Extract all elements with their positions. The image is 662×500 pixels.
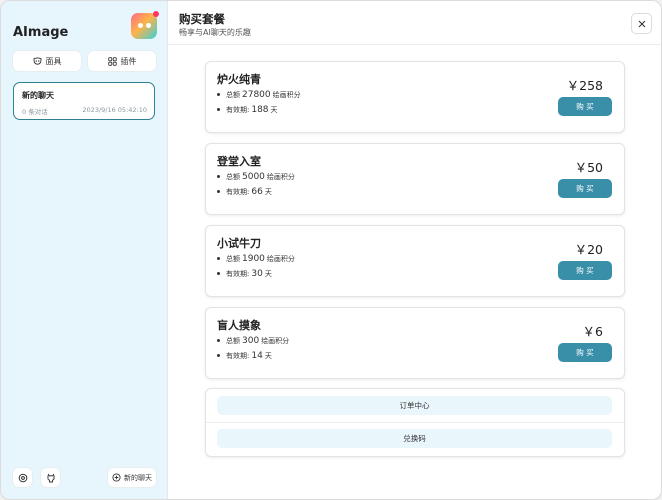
close-button[interactable] <box>631 13 652 34</box>
validity-days: 14 <box>251 351 263 361</box>
plan-credits: 总额 300 绘画积分 <box>217 336 289 346</box>
github-button[interactable] <box>41 468 60 487</box>
mask-icon <box>32 56 42 66</box>
page-subtitle: 畅享与AI聊天的乐趣 <box>179 28 251 37</box>
mask-button-label: 面具 <box>45 56 62 66</box>
plan-price: ￥20 <box>574 242 603 257</box>
credit-unit: 绘画积分 <box>261 337 290 345</box>
settings-button[interactable] <box>13 468 32 487</box>
plugin-button-label: 插件 <box>120 56 137 66</box>
links-card: 订单中心 兑换码 <box>205 388 625 457</box>
plan-validity: 有效期: 188 天 <box>217 105 278 115</box>
buy-button[interactable]: 购 买 <box>558 343 612 362</box>
app-window: AImage 面具 插件 新的聊天 0 条对话 2023/9/16 05:42:… <box>0 0 662 500</box>
credit-amount: 27800 <box>242 90 271 100</box>
main-panel: 购买套餐 畅享与AI聊天的乐趣 炉火纯青 总额 27800 绘画积分 有效期: … <box>168 1 661 499</box>
order-center-button[interactable]: 订单中心 <box>217 396 612 415</box>
credit-prefix: 总额 <box>226 255 240 263</box>
plan-price: ￥50 <box>574 160 603 175</box>
plan-validity: 有效期: 14 天 <box>217 351 272 361</box>
plan-card: 小试牛刀 总额 1900 绘画积分 有效期: 30 天 ￥20 购 买 <box>205 225 625 297</box>
validity-label: 有效期: <box>226 352 250 360</box>
chat-message-count: 0 条对话 <box>22 108 48 116</box>
plan-credits: 总额 27800 绘画积分 <box>217 90 301 100</box>
plan-name: 登堂入室 <box>217 155 261 168</box>
buy-button[interactable]: 购 买 <box>558 179 612 198</box>
new-chat-label: 新的聊天 <box>124 473 152 482</box>
validity-unit: 天 <box>270 106 278 114</box>
plan-credits: 总额 1900 绘画积分 <box>217 254 295 264</box>
credit-unit: 绘画积分 <box>272 91 301 99</box>
sidebar: AImage 面具 插件 新的聊天 0 条对话 2023/9/16 05:42:… <box>1 1 168 499</box>
credit-amount: 300 <box>242 336 260 346</box>
validity-unit: 天 <box>264 352 272 360</box>
plugin-button[interactable]: 插件 <box>88 51 156 71</box>
chat-list-item[interactable]: 新的聊天 0 条对话 2023/9/16 05:42:10 <box>13 82 155 120</box>
plan-validity: 有效期: 66 天 <box>217 187 272 197</box>
credit-amount: 1900 <box>242 254 265 264</box>
validity-label: 有效期: <box>226 188 250 196</box>
credit-prefix: 总额 <box>226 173 240 181</box>
credit-amount: 5000 <box>242 172 265 182</box>
validity-label: 有效期: <box>226 106 250 114</box>
plan-price: ￥258 <box>566 78 603 93</box>
credit-prefix: 总额 <box>226 91 240 99</box>
chat-title: 新的聊天 <box>22 91 54 100</box>
credit-prefix: 总额 <box>226 337 240 345</box>
plan-name: 小试牛刀 <box>217 237 261 250</box>
credit-unit: 绘画积分 <box>266 255 295 263</box>
close-icon <box>638 20 646 28</box>
credit-unit: 绘画积分 <box>266 173 295 181</box>
plan-name: 盲人摸象 <box>217 319 261 332</box>
page-header: 购买套餐 畅享与AI聊天的乐趣 <box>168 1 661 45</box>
buy-button[interactable]: 购 买 <box>558 261 612 280</box>
page-title: 购买套餐 <box>179 12 225 26</box>
plan-card: 盲人摸象 总额 300 绘画积分 有效期: 14 天 ￥6 购 买 <box>205 307 625 379</box>
plugin-icon <box>107 56 117 66</box>
app-title: AImage <box>13 25 69 40</box>
add-circle-icon <box>112 473 121 482</box>
validity-days: 66 <box>251 187 263 197</box>
chat-date: 2023/9/16 05:42:10 <box>82 106 147 114</box>
redeem-code-button[interactable]: 兑换码 <box>217 429 612 448</box>
validity-unit: 天 <box>264 188 272 196</box>
plan-credits: 总额 5000 绘画积分 <box>217 172 295 182</box>
plan-card: 登堂入室 总额 5000 绘画积分 有效期: 66 天 ￥50 购 买 <box>205 143 625 215</box>
mask-button[interactable]: 面具 <box>13 51 81 71</box>
github-icon <box>46 473 56 483</box>
settings-icon <box>18 473 28 483</box>
new-chat-button[interactable]: 新的聊天 <box>108 468 156 487</box>
divider <box>206 422 624 423</box>
buy-button[interactable]: 购 买 <box>558 97 612 116</box>
plan-price: ￥6 <box>582 324 603 339</box>
plan-name: 炉火纯青 <box>217 73 261 86</box>
plan-card: 炉火纯青 总额 27800 绘画积分 有效期: 188 天 ￥258 购 买 <box>205 61 625 133</box>
validity-unit: 天 <box>264 270 272 278</box>
validity-label: 有效期: <box>226 270 250 278</box>
app-logo-icon <box>131 11 159 39</box>
validity-days: 188 <box>251 105 269 115</box>
validity-days: 30 <box>251 269 263 279</box>
plan-validity: 有效期: 30 天 <box>217 269 272 279</box>
